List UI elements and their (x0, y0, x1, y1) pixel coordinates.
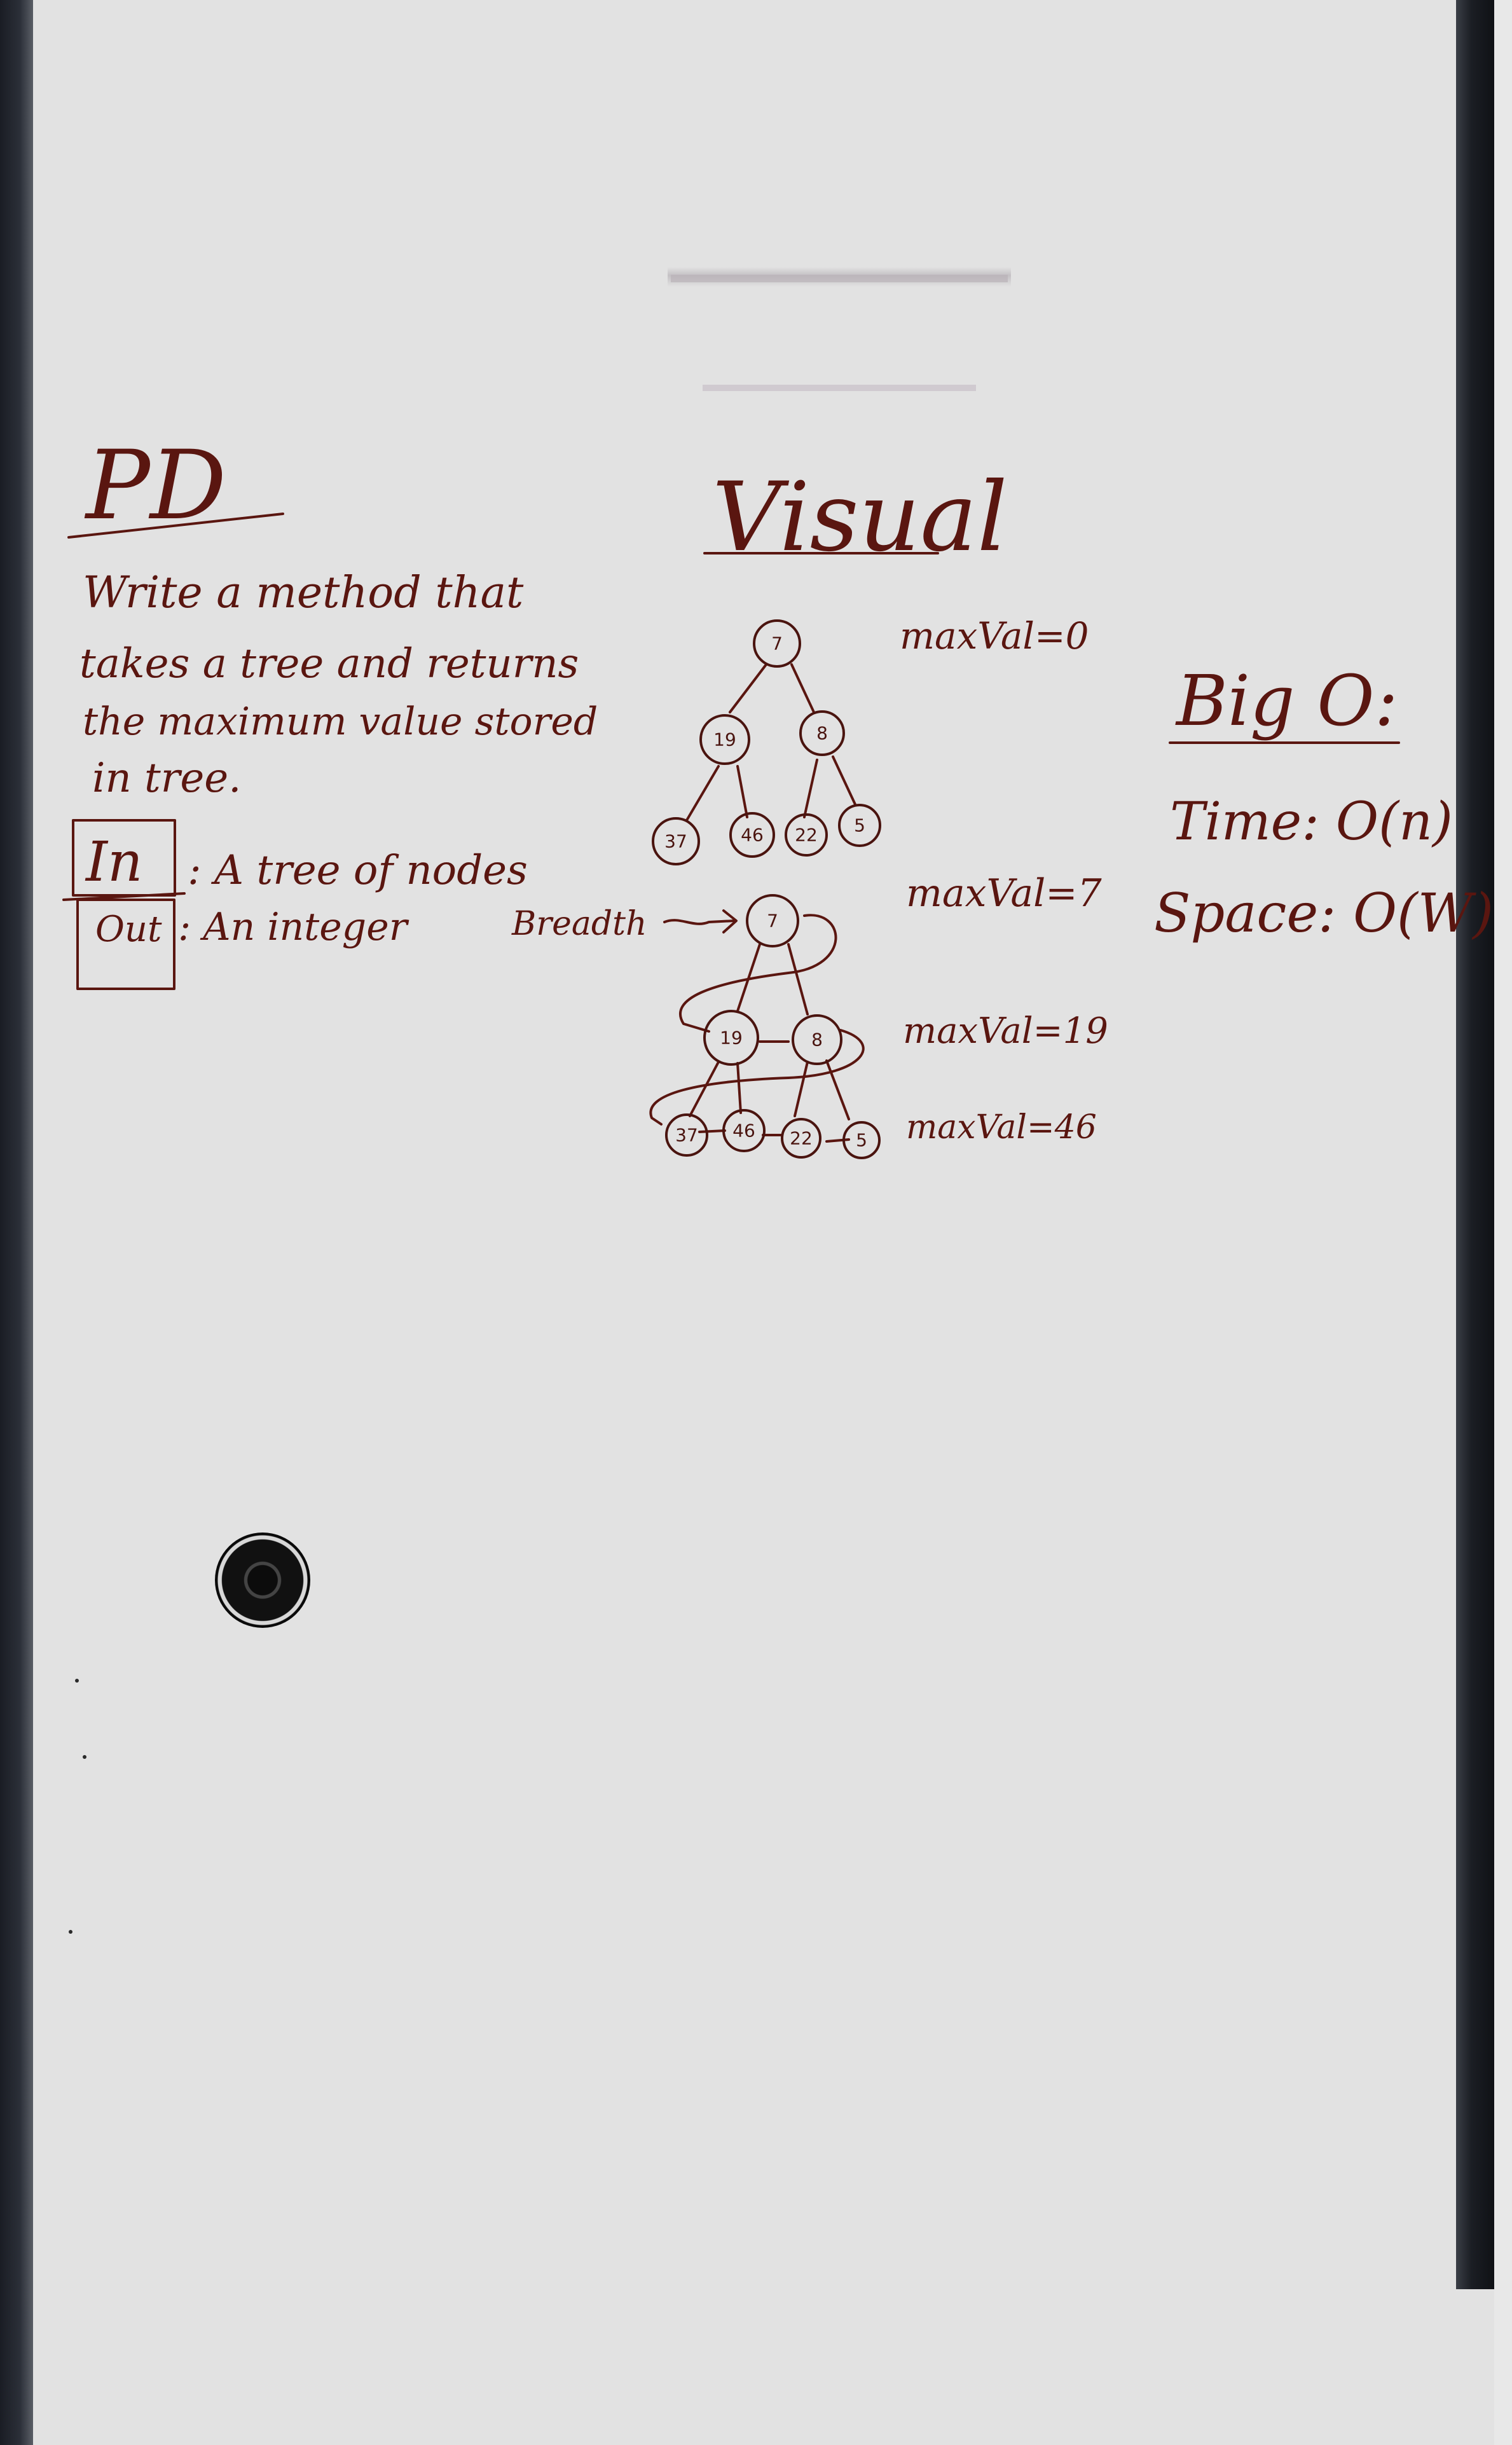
board-speck (83, 1755, 86, 1759)
bottom-tree-node-level1-right: 8 (792, 1014, 842, 1065)
svg-text:8: 8 (816, 723, 828, 744)
bottom-tree-node-level1-left: 19 (703, 1010, 759, 1066)
pd-line-4: in tree. (92, 755, 241, 802)
board-speck (75, 1679, 79, 1683)
whiteboard-magnet (215, 1532, 310, 1628)
pd-heading: PD (84, 430, 226, 541)
maxval-annotation-1: maxVal=7 (906, 871, 1103, 916)
maxval-annotation-3: maxVal=46 (906, 1108, 1097, 1147)
svg-text:19: 19 (713, 729, 736, 750)
top-tree-node-level2-2: 46 (729, 812, 775, 858)
top-tree-node-level1-left: 19 (699, 714, 750, 765)
bottom-tree-node-level2-2: 46 (722, 1109, 766, 1152)
svg-text:22: 22 (795, 825, 818, 846)
top-tree-node-level2-4: 5 (838, 804, 881, 847)
bottom-tree-node-level2-1: 37 (665, 1113, 708, 1157)
svg-text:7: 7 (767, 911, 778, 932)
bigo-space: Space: O(W) (1154, 882, 1494, 944)
maxval-annotation-0: maxVal=0 (900, 614, 1089, 658)
svg-text:46: 46 (732, 1120, 755, 1141)
svg-text:7: 7 (771, 633, 783, 654)
svg-text:37: 37 (664, 831, 687, 852)
top-tree-node-level1-right: 8 (799, 710, 845, 756)
top-tree-node-root: 7 (753, 619, 801, 668)
traversal-arrow-37-46 (698, 1129, 726, 1133)
svg-text:5: 5 (856, 1130, 867, 1151)
svg-text:46: 46 (741, 825, 764, 846)
pd-line-1: Write a method that (83, 568, 524, 618)
bottom-tree-node-root: 7 (746, 894, 799, 947)
top-tree-node-level2-1: 37 (652, 817, 700, 865)
bigo-time: Time: O(n) (1170, 792, 1453, 852)
svg-text:5: 5 (854, 815, 865, 836)
bottom-tree-edges (689, 943, 850, 1120)
traversal-loop-1 (679, 914, 837, 1033)
traversal-arrow-22-5 (825, 1138, 850, 1143)
whiteboard-drawing: PD Write a method that takes a tree and … (62, 275, 1494, 1159)
input-text: : A tree of nodes (188, 847, 528, 894)
erased-smudge (703, 385, 976, 391)
pd-line-3: the maximum value stored (83, 699, 598, 744)
svg-text:22: 22 (790, 1128, 813, 1149)
input-label: In (85, 830, 142, 894)
output-label: Out (95, 909, 162, 950)
board-speck (69, 1930, 72, 1934)
top-tree-node-level2-3: 22 (785, 813, 828, 857)
pd-line-2: takes a tree and returns (79, 640, 579, 687)
svg-text:37: 37 (675, 1125, 698, 1146)
output-text: : An integer (178, 905, 409, 949)
top-tree-edges (685, 663, 856, 822)
svg-text:19: 19 (720, 1028, 743, 1049)
breadth-label: Breadth (511, 905, 647, 943)
breadth-arrow (663, 919, 736, 925)
visual-heading: Visual (712, 462, 1008, 573)
svg-text:8: 8 (811, 1030, 823, 1050)
erased-smudge (671, 275, 1008, 282)
bigo-heading: Big O: (1175, 660, 1398, 741)
maxval-annotation-2: maxVal=19 (903, 1010, 1108, 1052)
bottom-tree-node-level2-3: 22 (781, 1118, 821, 1159)
